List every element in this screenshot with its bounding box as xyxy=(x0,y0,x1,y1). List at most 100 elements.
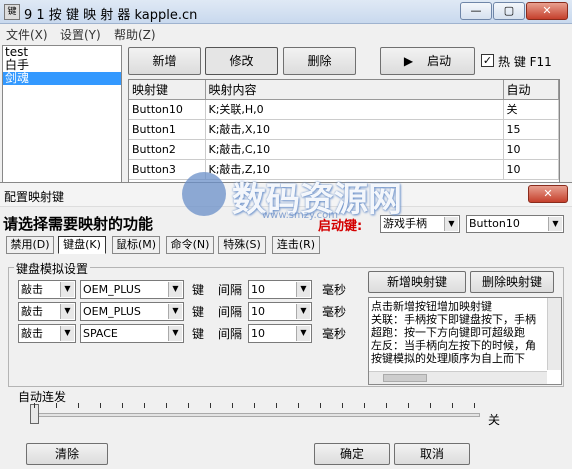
chevron-down-icon: ▼ xyxy=(548,217,562,231)
prompt-text: 请选择需要映射的功能 xyxy=(3,215,154,233)
maximize-button[interactable]: ▢ xyxy=(493,2,525,20)
key-label: 键 xyxy=(192,305,205,319)
slider-tick xyxy=(254,403,255,408)
cell-auto: 关 xyxy=(503,99,559,120)
slider-tick xyxy=(364,403,365,408)
interval-label: 间隔 xyxy=(218,283,243,297)
slider-tick xyxy=(34,403,35,408)
key-select[interactable]: SPACE ▼ xyxy=(80,324,184,343)
tab-command[interactable]: 命令(N) xyxy=(166,236,214,254)
cell-content: K;关联,H,0 xyxy=(205,99,504,120)
add-mapping-button[interactable]: 新增映射键 xyxy=(368,271,466,293)
close-button[interactable]: ✕ xyxy=(526,2,568,20)
button-select-value: Button10 xyxy=(469,217,520,230)
unit-label: 毫秒 xyxy=(322,305,347,319)
profile-item-selected[interactable]: 剑魂 xyxy=(3,72,121,85)
key-select[interactable]: OEM_PLUS ▼ xyxy=(80,302,184,321)
slider-tick xyxy=(386,403,387,408)
action-value: 敲击 xyxy=(21,327,43,340)
interval-select[interactable]: 10 ▼ xyxy=(248,302,312,321)
add-button[interactable]: 新增 xyxy=(128,47,201,75)
interval-select[interactable]: 10 ▼ xyxy=(248,324,312,343)
menu-file[interactable]: 文件(X) xyxy=(6,26,48,43)
key-label: 键 xyxy=(192,283,205,297)
start-button[interactable]: ▶ 启动 xyxy=(380,47,475,75)
cell-content: K;敲击,C,10 xyxy=(205,139,504,160)
tab-disable[interactable]: 禁用(D) xyxy=(6,236,54,254)
table-row[interactable]: Button2 K;敲击,C,10 10 xyxy=(129,139,559,160)
chevron-down-icon: ▼ xyxy=(60,326,74,341)
key-select[interactable]: OEM_PLUS ▼ xyxy=(80,280,184,299)
column-header[interactable]: 自动 xyxy=(503,80,559,100)
profile-list[interactable]: test 白手 剑魂 xyxy=(2,45,122,190)
menu-help[interactable]: 帮助(Z) xyxy=(114,26,156,43)
chevron-down-icon: ▼ xyxy=(168,326,182,341)
interval-label: 间隔 xyxy=(218,305,243,319)
table-row[interactable]: Button10 K;关联,H,0 关 xyxy=(129,99,559,120)
dialog-close-button[interactable]: ✕ xyxy=(528,185,568,203)
menu-bar: 文件(X) 设置(Y) 帮助(Z) xyxy=(0,24,572,44)
slider-tick xyxy=(144,403,145,408)
scroll-thumb[interactable] xyxy=(383,374,427,382)
help-text-area[interactable]: 点击新增按钮增加映射键 关联：手柄按下即键盘按下，手柄 超跑：按一下方向键即可超… xyxy=(368,297,562,385)
column-header[interactable]: 映射内容 xyxy=(205,80,504,100)
slider-tick xyxy=(298,403,299,408)
start-label: 启动 xyxy=(427,54,452,68)
slider-tick xyxy=(232,403,233,408)
cell-auto: 10 xyxy=(503,159,559,180)
tab-mouse[interactable]: 鼠标(M) xyxy=(112,236,160,254)
help-line: 超跑：按一下方向键即可超级跑 xyxy=(371,326,525,339)
slider-tick xyxy=(78,403,79,408)
cell-key: Button1 xyxy=(129,119,206,140)
minimize-button[interactable]: — xyxy=(460,2,492,20)
slider-tick xyxy=(320,403,321,408)
group-title: 键盘模拟设置 xyxy=(14,260,91,277)
chevron-down-icon: ▼ xyxy=(296,282,310,297)
slider-tick xyxy=(408,403,409,408)
interval-value: 10 xyxy=(251,283,265,296)
auto-fire-state: 关 xyxy=(488,413,501,427)
slider-tick xyxy=(188,403,189,408)
delete-mapping-button[interactable]: 删除映射键 xyxy=(470,271,554,293)
auto-fire-slider-track[interactable] xyxy=(32,413,480,417)
cell-content: K;敲击,X,10 xyxy=(205,119,504,140)
tab-combo[interactable]: 连击(R) xyxy=(272,236,320,254)
column-header[interactable]: 映射键 xyxy=(129,80,206,100)
slider-tick xyxy=(100,403,101,408)
vertical-scrollbar[interactable] xyxy=(547,298,561,370)
unit-label: 毫秒 xyxy=(322,327,347,341)
key-value: OEM_PLUS xyxy=(83,305,141,318)
table-row[interactable]: Button1 K;敲击,X,10 15 xyxy=(129,119,559,140)
dialog-title: 配置映射键 xyxy=(4,190,65,204)
button-select[interactable]: Button10 ▼ xyxy=(466,215,564,233)
clear-button[interactable]: 清除 xyxy=(26,443,108,465)
horizontal-scrollbar[interactable] xyxy=(369,371,547,384)
slider-tick xyxy=(122,403,123,408)
tab-keyboard[interactable]: 键盘(K) xyxy=(58,236,106,254)
hotkey-checkbox[interactable]: ✓ xyxy=(481,54,494,67)
action-select[interactable]: 敲击 ▼ xyxy=(18,280,76,299)
chevron-down-icon: ▼ xyxy=(60,282,74,297)
cell-auto: 15 xyxy=(503,119,559,140)
window-title: 9 1 按 键 映 射 器 kapple.cn xyxy=(24,8,198,23)
cancel-button[interactable]: 取消 xyxy=(394,443,470,465)
key-value: OEM_PLUS xyxy=(83,283,141,296)
menu-settings[interactable]: 设置(Y) xyxy=(60,26,101,43)
action-select[interactable]: 敲击 ▼ xyxy=(18,324,76,343)
edit-button[interactable]: 修改 xyxy=(205,47,278,75)
slider-tick xyxy=(430,403,431,408)
delete-button[interactable]: 删除 xyxy=(283,47,356,75)
slider-tick xyxy=(276,403,277,408)
tab-special[interactable]: 特殊(S) xyxy=(218,236,266,254)
ok-button[interactable]: 确定 xyxy=(314,443,390,465)
slider-tick xyxy=(342,403,343,408)
cell-key: Button2 xyxy=(129,139,206,160)
interval-select[interactable]: 10 ▼ xyxy=(248,280,312,299)
app-icon: 键 xyxy=(4,4,20,20)
chevron-down-icon: ▼ xyxy=(296,304,310,319)
slider-tick xyxy=(210,403,211,408)
chevron-down-icon: ▼ xyxy=(296,326,310,341)
interval-label: 间隔 xyxy=(218,327,243,341)
help-line: 按键模拟的处理顺序为自上而下 xyxy=(371,352,525,365)
action-select[interactable]: 敲击 ▼ xyxy=(18,302,76,321)
